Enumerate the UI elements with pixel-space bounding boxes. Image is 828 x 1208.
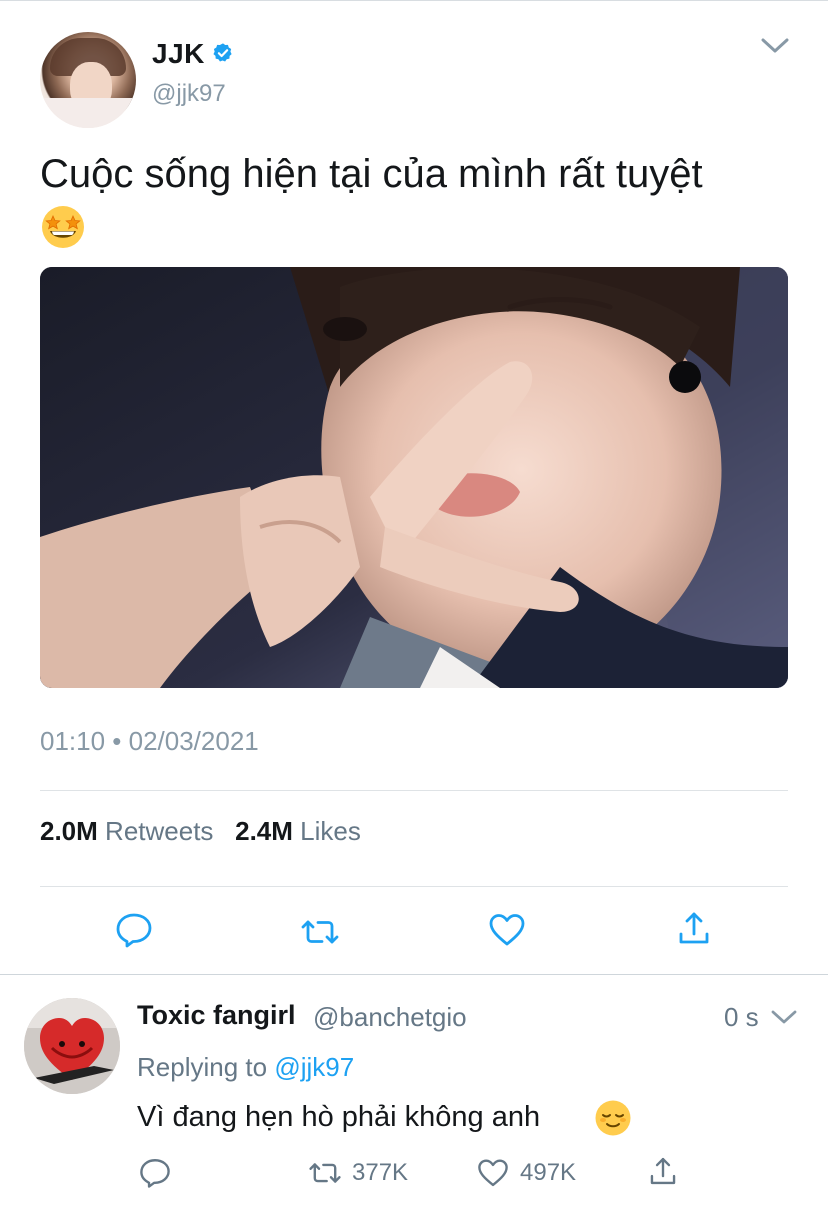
verified-badge-icon: [213, 43, 232, 62]
replying-to-label: Replying to: [137, 1052, 268, 1082]
retweets-label[interactable]: Retweets: [105, 816, 213, 846]
replying-to: Replying to @jjk97: [137, 1052, 354, 1083]
divider: [40, 886, 788, 887]
reply-share-action[interactable]: [646, 1153, 680, 1189]
top-divider: [0, 0, 828, 1]
likes-label[interactable]: Likes: [300, 816, 361, 846]
reply-timestamp: 0 s: [724, 1002, 759, 1032]
reply-retweet-action[interactable]: 377K: [308, 1155, 408, 1191]
tweet-text: Cuộc sống hiện tại của mình rất tuyệt: [40, 152, 703, 196]
reply-reply-action[interactable]: [138, 1155, 172, 1191]
divider: [40, 790, 788, 791]
tweet-timestamp[interactable]: 01:10 • 02/03/2021: [40, 726, 259, 757]
share-icon[interactable]: [646, 1154, 680, 1188]
reply-like-count: 497K: [520, 1159, 577, 1186]
chevron-down-icon[interactable]: [760, 36, 790, 56]
retweets-count[interactable]: 2.0M: [40, 816, 98, 846]
retweet-icon[interactable]: [300, 912, 340, 952]
reply-author-handle[interactable]: @banchetgio: [313, 1002, 467, 1033]
reply-retweet-count: 377K: [352, 1159, 409, 1186]
tweet-photo[interactable]: [40, 267, 788, 688]
author-name[interactable]: JJK: [152, 38, 205, 70]
reply-icon[interactable]: [138, 1156, 172, 1190]
reply-like-action[interactable]: 497K: [476, 1155, 576, 1191]
author-handle[interactable]: @jjk97: [152, 80, 226, 108]
reply-author-name[interactable]: Toxic fangirl: [137, 1000, 296, 1031]
chevron-down-icon[interactable]: [770, 1008, 798, 1026]
selfie-photo-image: [40, 267, 788, 688]
like-heart-icon[interactable]: [476, 1156, 510, 1190]
reply-text: Vì đang hẹn hò phải không anh: [137, 1101, 541, 1133]
retweet-icon[interactable]: [308, 1156, 342, 1190]
replying-to-mention[interactable]: @jjk97: [274, 1052, 354, 1082]
share-icon[interactable]: [674, 908, 714, 948]
reply-icon[interactable]: [114, 910, 154, 950]
heart-character-avatar-image: [24, 998, 120, 1094]
like-heart-icon[interactable]: [487, 910, 527, 950]
tweet-stats: 2.0M Retweets 2.4M Likes: [40, 816, 361, 847]
relieved-face-emoji-icon: [595, 1100, 631, 1136]
section-divider: [0, 974, 828, 975]
star-struck-emoji-icon: [42, 206, 84, 248]
reply-author-avatar[interactable]: [24, 998, 120, 1094]
likes-count[interactable]: 2.4M: [235, 816, 293, 846]
author-avatar[interactable]: [40, 32, 136, 128]
